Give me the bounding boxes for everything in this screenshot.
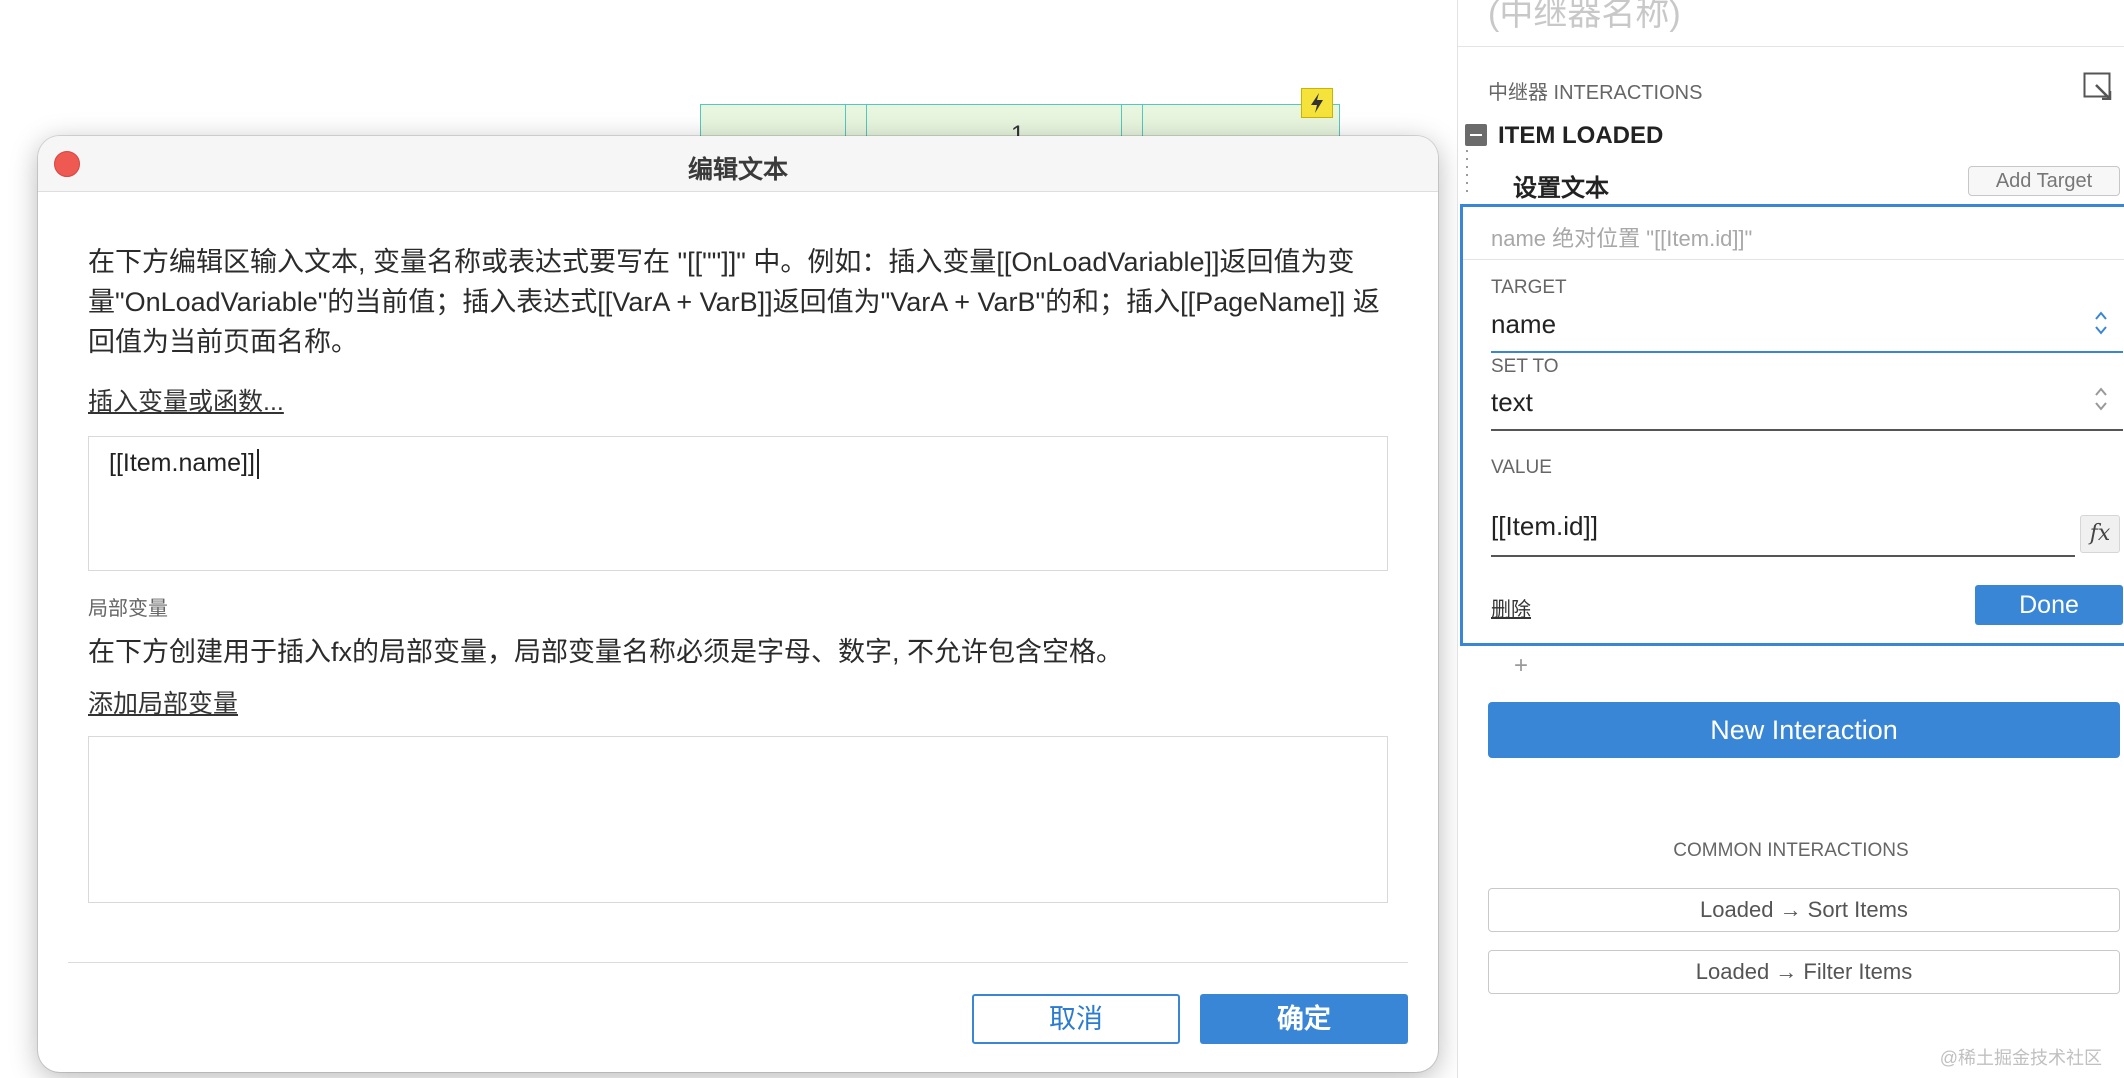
add-local-variable-link[interactable]: 添加局部变量 [88,684,238,720]
collapse-minus-icon[interactable] [1465,124,1487,146]
common-interactions-heading: COMMON INTERACTIONS [1673,840,1909,861]
add-action-icon[interactable]: + [1514,652,1528,680]
edit-text-dialog: 编辑文本 在下方编辑区输入文本, 变量名称或表达式要写在 "[[""]]" 中。… [38,136,1438,1072]
delete-action-link[interactable]: 删除 [1491,593,1531,622]
interactions-heading: 中继器 INTERACTIONS [1488,82,1703,104]
action-editor: name 绝对位置 "[[Item.id]]" TARGET name SET … [1460,204,2124,646]
target-label: TARGET [1491,277,1567,298]
interactions-panel: (中继器名称) 中继器 INTERACTIONS ITEM LOADED 设置文… [1457,0,2124,1078]
dialog-title: 编辑文本 [687,156,788,184]
cancel-button[interactable]: 取消 [972,994,1180,1044]
set-to-select[interactable]: text [1491,387,1533,418]
add-target-button[interactable]: Add Target [1968,166,2120,196]
instruction-text: 在下方编辑区输入文本, 变量名称或表达式要写在 "[[""]]" 中。例如：插入… [88,247,1380,357]
target-select[interactable]: name [1491,309,1556,340]
value-input[interactable]: [[Item.id]] [1491,511,1598,542]
local-variables-list[interactable] [88,736,1388,903]
done-button[interactable]: Done [1975,585,2123,625]
dialog-titlebar[interactable]: 编辑文本 [38,136,1438,192]
new-interaction-button[interactable]: New Interaction [1488,702,2120,758]
set-to-underline [1491,429,2123,431]
local-variables-label: 局部变量 [88,598,168,620]
expand-panel-icon[interactable] [2083,72,2113,101]
action-set-text[interactable]: 设置文本 [1513,168,1609,203]
tree-connector [1466,150,1468,196]
set-to-label: SET TO [1491,356,1559,377]
value-underline [1491,555,2075,557]
local-variables-description: 在下方创建用于插入fx的局部变量，局部变量名称必须是字母、数字, 不允许包含空格… [88,637,1124,667]
up-down-chevron-icon[interactable] [2093,383,2109,415]
text-caret [256,449,259,480]
dialog-divider [68,962,1408,963]
text-editor-value: [[Item.name]] [109,449,255,477]
common-interaction-sort-button[interactable]: Loaded → Sort Items [1488,888,2120,932]
watermark-text: @稀土掘金技术社区 [1939,1048,2102,1068]
lightning-bolt-icon[interactable] [1301,88,1333,118]
value-label: VALUE [1491,457,1552,478]
common-interaction-filter-button[interactable]: Loaded → Filter Items [1488,950,2120,994]
summary-divider [1463,259,2124,260]
widget-name-field[interactable]: (中继器名称) [1488,0,1681,35]
panel-divider [1458,46,2124,47]
text-editor-field[interactable]: [[Item.name]] [88,436,1388,571]
action-summary: name 绝对位置 "[[Item.id]]" [1491,226,1753,251]
up-down-chevron-icon[interactable] [2093,307,2109,339]
ok-button[interactable]: 确定 [1200,994,1408,1044]
insert-variable-link[interactable]: 插入变量或函数... [88,382,284,418]
target-underline [1491,351,2123,353]
event-item-loaded[interactable]: ITEM LOADED [1498,122,1663,150]
function-fx-icon[interactable]: fx [2080,515,2120,553]
